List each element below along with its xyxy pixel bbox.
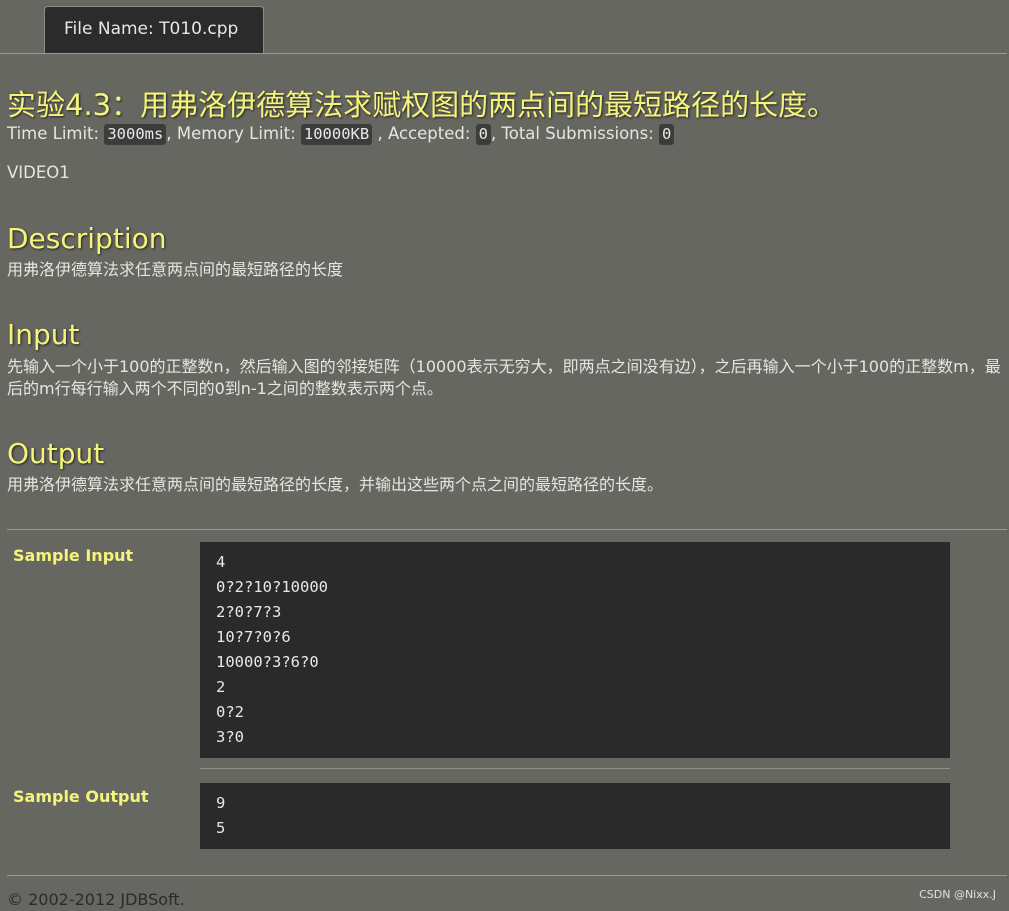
problem-title: 实验4.3：用弗洛伊德算法求赋权图的两点间的最短路径的长度。 bbox=[7, 88, 837, 122]
tab-bar: File Name: T010.cpp bbox=[0, 0, 1007, 54]
sample-separator bbox=[200, 768, 950, 769]
code-line: 3?0 bbox=[216, 728, 244, 746]
accepted-label: , Accepted: bbox=[372, 124, 476, 143]
output-heading: Output bbox=[7, 437, 105, 470]
code-line: 9 bbox=[216, 794, 226, 812]
sample-output-box[interactable]: 95 bbox=[200, 783, 950, 849]
sample-input-label: Sample Input bbox=[13, 546, 134, 565]
submissions-label: , Total Submissions: bbox=[490, 124, 660, 143]
problem-limits: Time Limit: 3000ms, Memory Limit: 10000K… bbox=[7, 121, 675, 147]
video-label: VIDEO1 bbox=[7, 163, 70, 182]
memory-limit-label: , Memory Limit: bbox=[166, 124, 301, 143]
file-tab[interactable]: File Name: T010.cpp bbox=[44, 6, 264, 53]
sample-output-label: Sample Output bbox=[13, 787, 149, 806]
accepted-value: 0 bbox=[475, 124, 491, 145]
description-text: 用弗洛伊德算法求任意两点间的最短路径的长度 bbox=[7, 260, 344, 279]
time-limit-label: Time Limit: bbox=[7, 124, 105, 143]
code-line: 4 bbox=[216, 553, 226, 571]
code-line: 10000?3?6?0 bbox=[216, 653, 319, 671]
time-limit-value: 3000ms bbox=[104, 124, 167, 145]
code-line: 0?2 bbox=[216, 703, 244, 721]
input-text: 先输入一个小于100的正整数n，然后输入图的邻接矩阵（10000表示无穷大，即两… bbox=[7, 357, 1001, 398]
code-line: 5 bbox=[216, 819, 226, 837]
code-line: 0?2?10?10000 bbox=[216, 578, 328, 596]
input-heading: Input bbox=[7, 318, 80, 351]
output-text: 用弗洛伊德算法求任意两点间的最短路径的长度，并输出这些两个点之间的最短路径的长度… bbox=[7, 475, 664, 494]
code-line: 2?0?7?3 bbox=[216, 603, 282, 621]
code-line: 2 bbox=[216, 678, 226, 696]
sample-input-box[interactable]: 4 0?2?10?10000 2?0?7?3 10?7?0?6 10000?3?6?0 2… bbox=[200, 542, 950, 758]
watermark: CSDN @Nixx.J bbox=[919, 888, 996, 901]
description-heading: Description bbox=[7, 222, 167, 255]
submissions-value: 0 bbox=[659, 124, 675, 145]
memory-limit-value: 10000KB bbox=[300, 124, 373, 145]
code-line: 10?7?0?6 bbox=[216, 628, 291, 646]
copyright: © 2002-2012 JDBSoft. bbox=[7, 890, 185, 909]
divider bbox=[7, 529, 1007, 530]
footer-divider bbox=[7, 875, 1007, 876]
